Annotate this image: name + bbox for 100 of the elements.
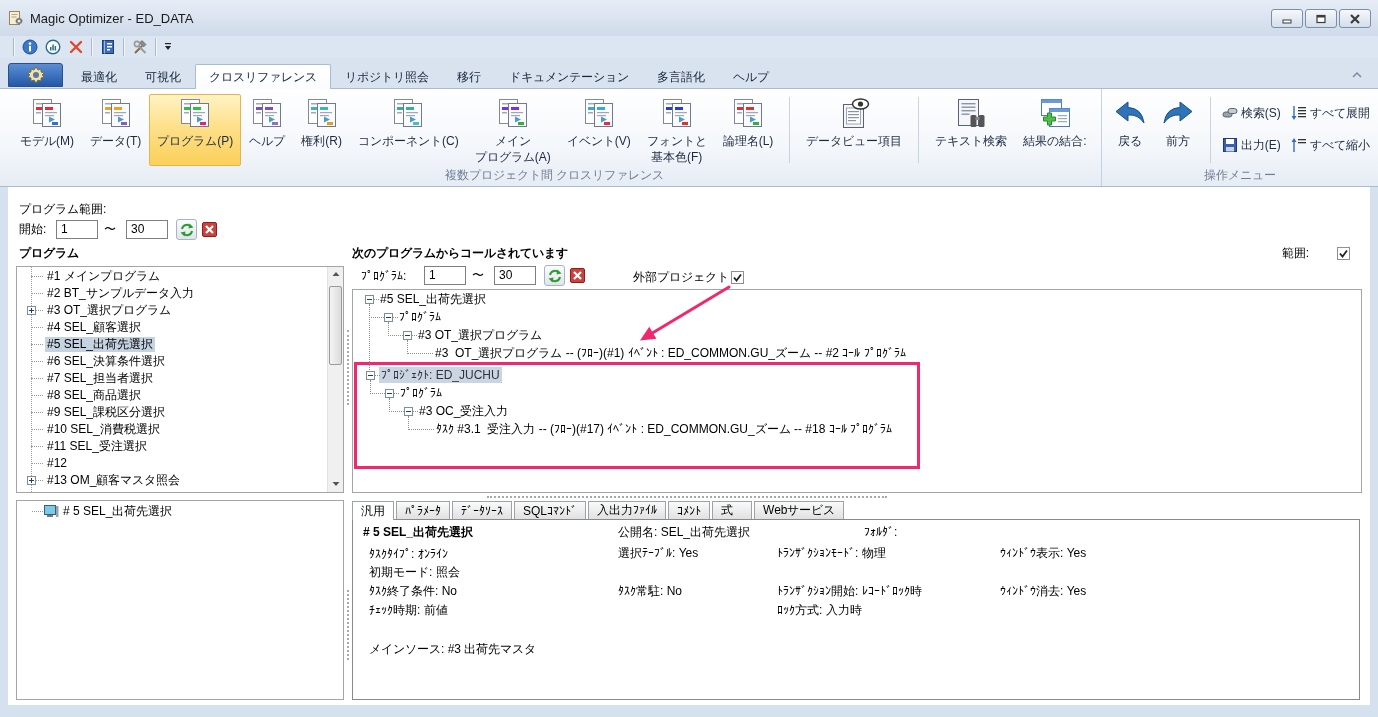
- scrollbar-thumb[interactable]: [329, 286, 342, 365]
- detail-field: ﾄﾗﾝｻﾞｸｼｮﾝﾓｰﾄﾞ: 物理: [777, 545, 886, 562]
- collapse-all-icon: [1290, 137, 1307, 153]
- ribbon-button[interactable]: すべて展開: [1287, 102, 1373, 124]
- start-field[interactable]: 1: [56, 220, 98, 239]
- detail-tab[interactable]: 入出力ﾌｧｲﾙ: [588, 501, 666, 519]
- scrollbar[interactable]: [327, 267, 343, 492]
- ribbon-tab[interactable]: クロスリファレンス: [195, 64, 331, 89]
- ribbon-button[interactable]: フォントと 基本色(F): [638, 94, 715, 166]
- collapse-icon[interactable]: [385, 388, 394, 398]
- detail-tab[interactable]: 式: [712, 501, 752, 519]
- ribbon-button[interactable]: 権利(R): [293, 94, 350, 166]
- tree-item[interactable]: #10 SEL_消費税選択: [45, 422, 162, 437]
- collapse-icon[interactable]: [404, 406, 413, 416]
- collapse-icon[interactable]: [365, 294, 374, 304]
- detail-field: ｳｨﾝﾄﾞｳ表示: Yes: [1000, 545, 1087, 562]
- expand-icon[interactable]: [27, 476, 36, 485]
- detail-field: ﾀｽｸﾀｲﾌﾟ: ｵﾝﾗｲﾝ: [369, 546, 448, 561]
- ribbon-button[interactable]: モデル(M): [12, 94, 82, 166]
- section-title: プログラム: [19, 246, 79, 260]
- ribbon-tab[interactable]: 移行: [443, 64, 495, 89]
- caret-icon[interactable]: [164, 43, 172, 51]
- tree-item[interactable]: #4 SEL_顧客選択: [45, 320, 144, 335]
- collapse-icon[interactable]: [366, 370, 375, 380]
- ribbon-button[interactable]: データ(T): [82, 94, 150, 166]
- window-title: Magic Optimizer - ED_DATA: [30, 10, 194, 26]
- ribbon-button[interactable]: テキスト検索: [927, 94, 1016, 166]
- program-label: ﾌﾟﾛｸﾞﾗﾑ:: [361, 268, 408, 283]
- checkbox[interactable]: [731, 270, 744, 284]
- ribbon-tab[interactable]: 可視化: [131, 64, 195, 89]
- maximize-button[interactable]: [1305, 9, 1337, 28]
- book-icon[interactable]: [100, 39, 116, 55]
- tree-item[interactable]: #9 SEL_課税区分選択: [45, 405, 168, 420]
- tree-node[interactable]: #5 SEL_出荷先選択: [378, 291, 489, 307]
- info-icon[interactable]: [22, 39, 38, 55]
- tree-node[interactable]: ﾌﾟﾛｸﾞﾗﾑ: [398, 385, 444, 401]
- cancel-icon[interactable]: [570, 268, 585, 283]
- cross-icon[interactable]: [68, 39, 84, 55]
- window-plus-icon: [1039, 97, 1071, 129]
- chart-icon[interactable]: [45, 39, 61, 55]
- ribbon-button[interactable]: コンポーネント(C): [350, 94, 467, 166]
- tree-item[interactable]: #1 メインプログラム: [45, 269, 162, 284]
- tree-item[interactable]: #3 OT_選択プログラム: [45, 303, 174, 318]
- tree-node[interactable]: #3 OT_選択プログラム -- (ﾌﾛｰ)(#1) ｲﾍﾞﾝﾄ : ED_COMMON.GU_ズーム -- #2 ｺｰﾙ ﾌﾟﾛｸﾞﾗﾑ: [433, 345, 908, 361]
- detail-tab[interactable]: SQLｺﾏﾝﾄﾞ: [514, 501, 586, 519]
- external-project-label: 外部プロジェクト: [633, 269, 729, 286]
- expand-icon[interactable]: [27, 306, 36, 315]
- ribbon-tab[interactable]: ドキュメンテーション: [495, 64, 643, 89]
- tree-item[interactable]: #5 SEL_出荷先選択: [45, 337, 156, 352]
- ribbon-button[interactable]: 出力(E): [1218, 134, 1284, 156]
- end-field[interactable]: 30: [494, 266, 536, 285]
- tree-node[interactable]: ﾌﾟﾛｸﾞﾗﾑ: [397, 309, 443, 325]
- refresh-button[interactable]: [544, 265, 565, 286]
- detail-tab[interactable]: 汎用: [352, 501, 394, 520]
- detail-tab[interactable]: ﾊﾟﾗﾒｰﾀ: [396, 501, 450, 519]
- tools-icon[interactable]: [132, 39, 148, 55]
- detail-tab[interactable]: Webサービス: [754, 501, 845, 519]
- tree-node[interactable]: ﾀｽｸ #3.1 受注入力 -- (ﾌﾛｰ)(#17) ｲﾍﾞﾝﾄ : ED_COMMON.GU_ズーム -- #18 ｺｰﾙ ﾌﾟﾛｸﾞﾗﾑ: [434, 421, 895, 437]
- tree-item[interactable]: #6 SEL_決算条件選択: [45, 354, 168, 369]
- ribbon-button[interactable]: メイン プログラム(A): [466, 94, 559, 166]
- collapse-icon[interactable]: [403, 330, 412, 340]
- tree-item[interactable]: #13 OM_顧客マスタ照会: [45, 473, 183, 488]
- ribbon-button[interactable]: 論理名(L): [714, 94, 782, 166]
- tree-node[interactable]: ﾌﾟﾛｼﾞｪｸﾄ: ED_JUCHU: [379, 367, 502, 383]
- documents-icon: [99, 97, 132, 129]
- tree-node[interactable]: #3 OT_選択プログラム: [416, 327, 545, 343]
- collapse-icon[interactable]: [384, 312, 393, 322]
- monitor-icon: [43, 503, 59, 519]
- cancel-icon[interactable]: [202, 222, 217, 237]
- detail-field: ｳｨﾝﾄﾞｳ消去: Yes: [1000, 583, 1087, 600]
- ribbon-button[interactable]: 戻る: [1105, 94, 1154, 166]
- end-field[interactable]: 30: [126, 220, 168, 239]
- ribbon-tab[interactable]: 多言語化: [643, 64, 719, 89]
- ribbon-button[interactable]: イベント(V): [558, 94, 639, 166]
- app-menu-button[interactable]: [8, 63, 63, 87]
- tree-item[interactable]: #12: [45, 456, 70, 471]
- refresh-button[interactable]: [176, 219, 197, 240]
- detail-tab[interactable]: ｺﾒﾝﾄ: [668, 501, 710, 519]
- tree-item[interactable]: #11 SEL_受注選択: [45, 439, 149, 454]
- tree-item[interactable]: #2 BT_サンプルデータ入力: [45, 286, 196, 301]
- checkbox[interactable]: [1337, 246, 1350, 260]
- tree-node[interactable]: #3 OC_受注入力: [417, 403, 511, 419]
- maximize-icon: [1315, 13, 1327, 24]
- ribbon-button[interactable]: すべて縮小: [1287, 134, 1373, 156]
- ribbon-button[interactable]: 検索(S): [1218, 102, 1284, 124]
- tree-item[interactable]: # 5 SEL_出荷先選択: [61, 503, 175, 519]
- ribbon-button[interactable]: 結果の結合:: [1015, 94, 1095, 166]
- ribbon-button[interactable]: 前方: [1153, 94, 1202, 166]
- detail-tab[interactable]: ﾃﾞｰﾀｿｰｽ: [452, 501, 512, 519]
- ribbon-tab[interactable]: 最適化: [67, 64, 131, 89]
- start-field[interactable]: 1: [424, 266, 466, 285]
- chevron-up-icon[interactable]: [1352, 71, 1362, 79]
- ribbon-button[interactable]: データビュー項目: [798, 94, 911, 166]
- tree-item[interactable]: #7 SEL_担当者選択: [45, 371, 156, 386]
- ribbon-tab[interactable]: ヘルプ: [719, 64, 783, 89]
- ribbon-button[interactable]: ヘルプ: [241, 94, 294, 166]
- tree-item[interactable]: #8 SEL_商品選択: [45, 388, 144, 403]
- ribbon-button[interactable]: プログラム(P): [149, 94, 242, 166]
- ribbon-tab[interactable]: リポジトリ照会: [331, 64, 443, 89]
- close-button[interactable]: [1339, 9, 1371, 28]
